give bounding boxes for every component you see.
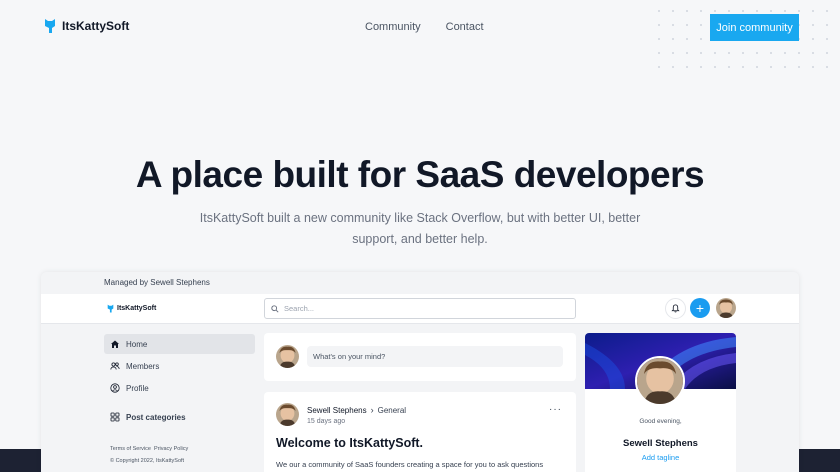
compose-input[interactable]: What's on your mind? — [307, 346, 563, 367]
app-brand[interactable]: ItsKattySoft — [107, 304, 156, 313]
user-photo-icon — [716, 298, 736, 318]
notifications-button[interactable] — [665, 298, 686, 319]
join-community-button[interactable]: Join community — [710, 14, 799, 41]
profile-icon — [110, 383, 120, 393]
post-title[interactable]: Welcome to ItsKattySoft. — [276, 436, 423, 450]
nav-link-community[interactable]: Community — [365, 21, 421, 33]
header-avatar[interactable] — [716, 298, 736, 318]
compose-card: What's on your mind? — [264, 333, 576, 381]
hero-subtitle: ItsKattySoft built a new community like … — [199, 211, 641, 246]
app-sidebar: Home Members Profile Post categories — [104, 334, 255, 429]
app-header: ItsKattySoft Search... + — [41, 294, 799, 324]
app-brand-name: ItsKattySoft — [117, 305, 157, 312]
sidebar-item-label: Post categories — [126, 412, 186, 422]
sidebar-footer: Terms of Service Privacy Policy © Copyri… — [110, 443, 188, 467]
app-preview: Managed by Sewell Stephens ItsKattySoft … — [41, 272, 799, 472]
post-card: Sewell Stephens › General 15 days ago ··… — [264, 392, 576, 472]
brand[interactable]: ItsKattySoft — [44, 18, 129, 34]
nav-link-contact[interactable]: Contact — [446, 21, 484, 33]
plus-icon: + — [695, 300, 705, 316]
post-body: We our a community of SaaS founders crea… — [276, 460, 544, 469]
managed-by-bar: Managed by Sewell Stephens — [41, 272, 799, 294]
user-photo-icon — [637, 358, 683, 404]
user-photo-icon — [276, 403, 299, 426]
post-author-line: Sewell Stephens › General — [307, 405, 406, 415]
search-placeholder: Search... — [284, 304, 315, 313]
more-options-icon[interactable]: ··· — [549, 404, 562, 415]
sidebar-item-label: Members — [126, 361, 160, 371]
post-author-avatar[interactable] — [276, 403, 299, 426]
profile-avatar[interactable] — [635, 356, 685, 406]
nav-links: Community Contact — [365, 21, 484, 33]
app-brand-logo-icon — [107, 304, 114, 313]
greeting: Good evening, — [639, 418, 682, 425]
sidebar-item-home[interactable]: Home — [104, 334, 255, 354]
bell-icon — [671, 304, 680, 313]
privacy-link[interactable]: Privacy Policy — [154, 446, 188, 452]
sidebar-item-label: Home — [126, 339, 148, 349]
brand-logo-icon — [45, 19, 55, 33]
compose-avatar — [276, 345, 299, 368]
create-post-button[interactable]: + — [690, 298, 710, 318]
chevron-right-icon: › — [370, 405, 374, 415]
home-icon — [111, 340, 119, 348]
top-navbar: ItsKattySoft Community Contact Join comm… — [0, 0, 840, 54]
sidebar-item-post-categories[interactable]: Post categories — [104, 407, 255, 427]
search-icon — [271, 304, 279, 313]
hero-title: A place built for SaaS developers — [135, 154, 705, 195]
grid-icon — [110, 412, 120, 422]
copyright: © Copyright 2022, ItsKattySoft — [110, 458, 185, 464]
add-tagline-link[interactable]: Add tagline — [585, 453, 736, 462]
members-icon — [110, 362, 120, 370]
post-author-name[interactable]: Sewell Stephens — [307, 406, 367, 415]
post-timestamp: 15 days ago — [307, 418, 346, 425]
terms-link[interactable]: Terms of Service — [110, 446, 151, 452]
sidebar-item-profile[interactable]: Profile — [104, 378, 255, 398]
sidebar-item-members[interactable]: Members — [104, 356, 255, 376]
sidebar-item-label: Profile — [126, 383, 149, 393]
brand-name: ItsKattySoft — [62, 19, 130, 33]
profile-card: Good evening, Sewell Stephens Add taglin… — [585, 333, 736, 472]
search-input[interactable]: Search... — [264, 298, 576, 319]
post-category[interactable]: General — [378, 406, 406, 415]
user-photo-icon — [276, 345, 299, 368]
profile-name: Sewell Stephens — [623, 438, 698, 449]
